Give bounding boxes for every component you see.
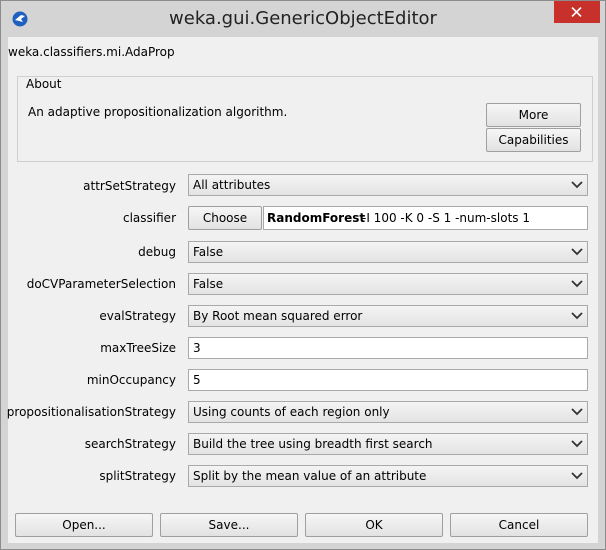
- minoccupancy-value: 5: [193, 373, 201, 387]
- maxtreesize-value: 3: [193, 341, 201, 355]
- attrsetstrategy-value: All attributes: [193, 178, 271, 192]
- maxtreesize-field[interactable]: 3: [188, 337, 588, 359]
- searchstrategy-combo[interactable]: Build the tree using breadth first searc…: [188, 433, 588, 455]
- splitstrategy-combo[interactable]: Split by the mean value of an attribute: [188, 465, 588, 487]
- chevron-down-icon: [571, 248, 583, 256]
- attrsetstrategy-combo[interactable]: All attributes: [188, 174, 588, 196]
- docvparameterselection-label: doCVParameterSelection: [26, 277, 176, 291]
- evalstrategy-combo[interactable]: By Root mean squared error: [188, 305, 588, 327]
- window-title: weka.gui.GenericObjectEditor: [169, 8, 437, 29]
- searchstrategy-label: searchStrategy: [84, 437, 176, 451]
- maxtreesize-label: maxTreeSize: [100, 341, 176, 355]
- minoccupancy-field[interactable]: 5: [188, 369, 588, 391]
- debug-value: False: [193, 245, 224, 259]
- close-icon: [571, 7, 582, 17]
- classifier-options: -I 100 -K 0 -S 1 -num-slots 1: [362, 211, 530, 225]
- choose-classifier-button[interactable]: Choose: [188, 206, 262, 230]
- debug-label: debug: [138, 245, 176, 259]
- about-legend: About: [24, 77, 64, 91]
- propositionalisationstrategy-value: Using counts of each region only: [193, 405, 390, 419]
- docvparameterselection-combo[interactable]: False: [188, 273, 588, 295]
- evalstrategy-label: evalStrategy: [99, 309, 176, 323]
- close-button[interactable]: [554, 1, 600, 23]
- chevron-down-icon: [571, 440, 583, 448]
- capabilities-button[interactable]: Capabilities: [486, 128, 581, 152]
- classifier-label: classifier: [123, 211, 176, 225]
- docvparameterselection-value: False: [193, 277, 224, 291]
- chevron-down-icon: [571, 312, 583, 320]
- chevron-down-icon: [571, 472, 583, 480]
- cancel-button[interactable]: Cancel: [450, 513, 588, 537]
- attrsetstrategy-label: attrSetStrategy: [83, 179, 176, 193]
- searchstrategy-value: Build the tree using breadth first searc…: [193, 437, 433, 451]
- chevron-down-icon: [571, 408, 583, 416]
- object-class-name: weka.classifiers.mi.AdaProp: [8, 45, 175, 59]
- chevron-down-icon: [571, 280, 583, 288]
- dialog-window: weka.gui.GenericObjectEditor weka.classi…: [0, 0, 606, 550]
- propositionalisationstrategy-combo[interactable]: Using counts of each region only: [188, 401, 588, 423]
- splitstrategy-label: splitStrategy: [99, 469, 176, 483]
- open-button[interactable]: Open...: [15, 513, 153, 537]
- classifier-field[interactable]: RandomForest -I 100 -K 0 -S 1 -num-slots…: [263, 206, 588, 230]
- evalstrategy-value: By Root mean squared error: [193, 309, 363, 323]
- classifier-name: RandomForest: [267, 211, 366, 225]
- save-button[interactable]: Save...: [160, 513, 298, 537]
- debug-combo[interactable]: False: [188, 241, 588, 263]
- ok-button[interactable]: OK: [305, 513, 443, 537]
- propositionalisationstrategy-label: propositionalisationStrategy: [6, 405, 176, 419]
- about-description: An adaptive propositionalization algorit…: [28, 105, 288, 119]
- splitstrategy-value: Split by the mean value of an attribute: [193, 469, 427, 483]
- minoccupancy-label: minOccupancy: [86, 373, 176, 387]
- chevron-down-icon: [571, 181, 583, 189]
- title-bar[interactable]: weka.gui.GenericObjectEditor: [1, 1, 605, 37]
- more-button[interactable]: More: [486, 103, 581, 127]
